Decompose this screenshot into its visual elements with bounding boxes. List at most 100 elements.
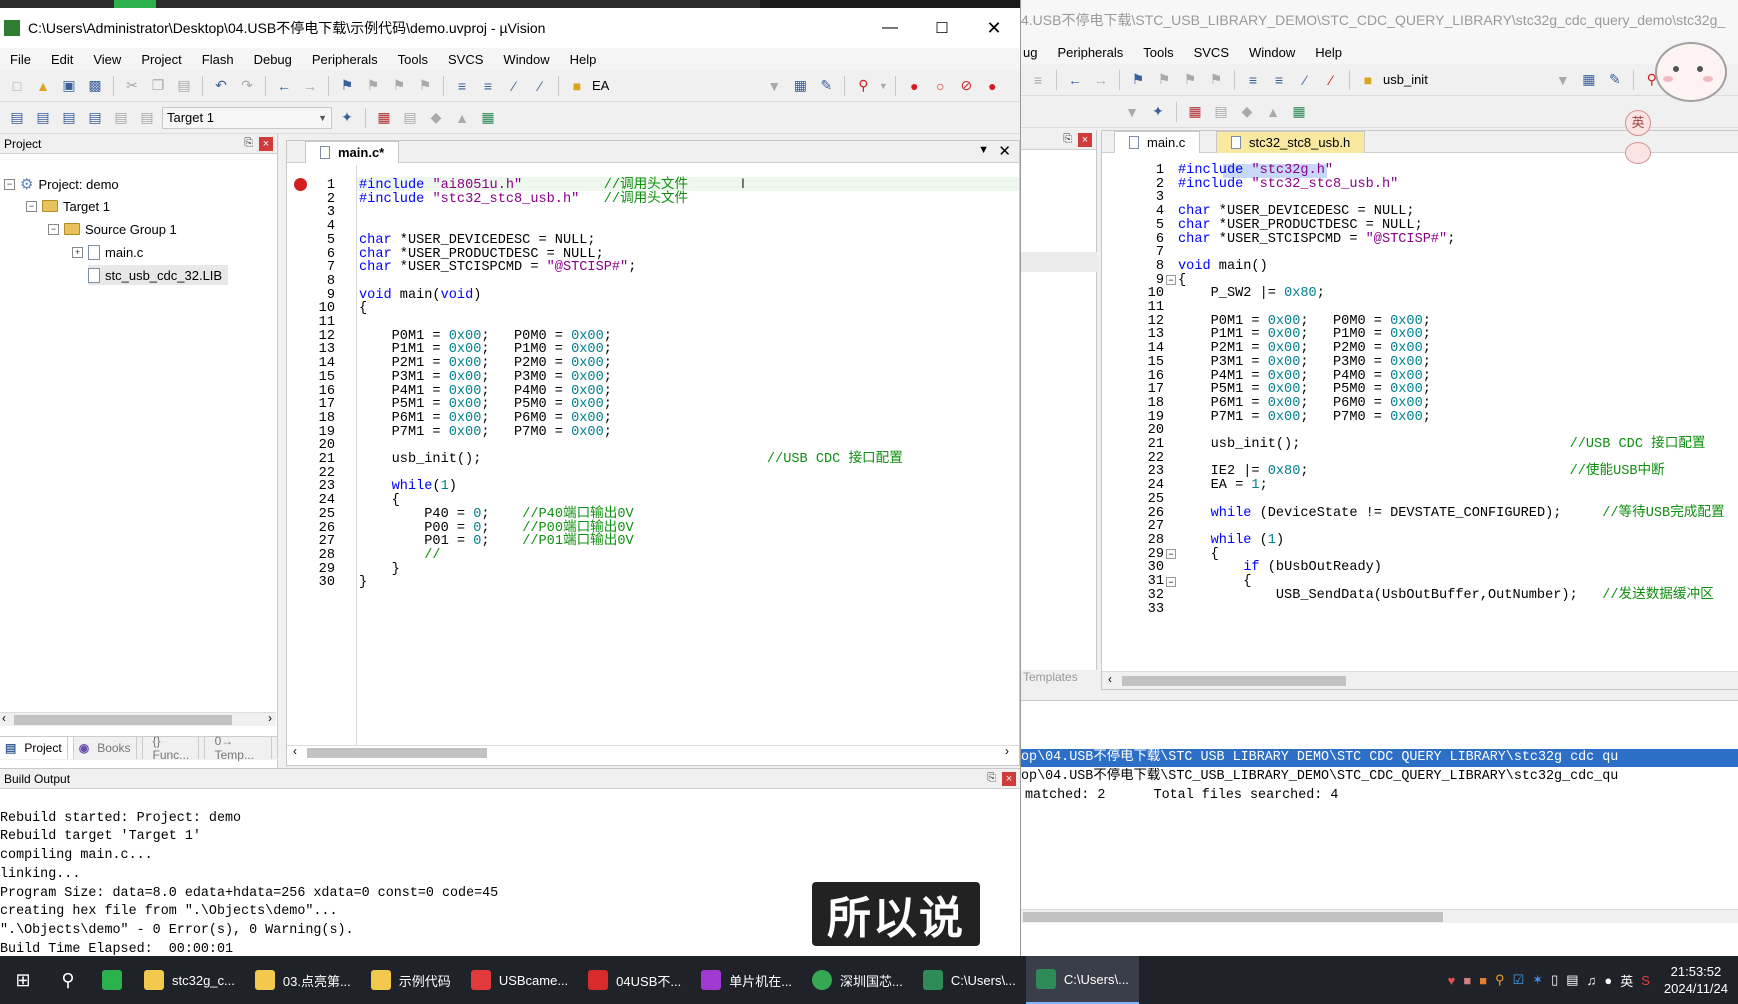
breakpoint-kill-icon[interactable]: ● (981, 75, 1003, 97)
combo-dropdown-icon[interactable]: ▼ (1121, 101, 1143, 123)
menu-peripherals[interactable]: Peripherals (1047, 45, 1133, 60)
tree-file-main-c[interactable]: + main.c (72, 242, 143, 262)
save-all-icon[interactable]: ▩ (84, 75, 106, 97)
scroll-thumb[interactable] (1122, 676, 1346, 686)
scroll-thumb[interactable] (307, 748, 487, 758)
find-in-files-icon[interactable]: ■ (566, 75, 588, 97)
scroll-thumb[interactable] (14, 715, 232, 725)
clear-bookmarks-icon[interactable]: ⚑ (1205, 69, 1227, 91)
copy-icon[interactable]: ❐ (147, 75, 169, 97)
download-icon[interactable]: ▤ (136, 107, 158, 129)
find-hscrollbar[interactable] (1021, 909, 1738, 923)
menu-window[interactable]: Window (1239, 45, 1305, 60)
open-file-icon[interactable]: ▲ (32, 75, 54, 97)
clear-bookmarks-icon[interactable]: ⚑ (414, 75, 436, 97)
tab-header-file[interactable]: stc32_stc8_usb.h (1216, 131, 1366, 153)
taskbar-app-isp[interactable]: 单片机在... (691, 956, 802, 1004)
nav-forward-icon[interactable]: → (1090, 69, 1112, 91)
paste-icon[interactable]: ▤ (173, 75, 195, 97)
tray-app-icon[interactable]: ■ (1479, 973, 1487, 988)
tab-main-c[interactable]: main.c* (305, 141, 400, 163)
pack-installer-icon[interactable]: ◆ (425, 107, 447, 129)
volume-icon[interactable]: ♫ (1587, 973, 1597, 988)
target-options-icon[interactable]: ✦ (336, 107, 358, 129)
close-window-button[interactable]: ✕ (968, 18, 1020, 39)
menu-help[interactable]: Help (560, 52, 607, 67)
start-button[interactable]: ⊞ (0, 956, 46, 1004)
menu-tools[interactable]: Tools (1133, 45, 1183, 60)
next-bookmark-icon[interactable]: ⚑ (1179, 69, 1201, 91)
editor-hscrollbar[interactable]: ‹ › (287, 744, 1019, 759)
tree-source-group[interactable]: − Source Group 1 (48, 219, 177, 239)
tree-project-root[interactable]: − ⚙ Project: demo (4, 174, 119, 194)
taskbar-app-explorer-3[interactable]: 示例代码 (361, 956, 461, 1004)
tab-list-dropdown-icon[interactable]: ▼ (978, 144, 989, 156)
incremental-find-icon[interactable]: ✎ (1604, 69, 1626, 91)
select-packs-icon[interactable]: ▲ (1262, 101, 1284, 123)
expand-icon[interactable]: + (72, 246, 83, 258)
indent-icon[interactable]: ≡ (451, 75, 473, 97)
rebuild-icon[interactable]: ▤ (58, 107, 80, 129)
combo-dropdown-icon[interactable]: ▼ (763, 75, 785, 97)
code-text[interactable]: #include "stc32g.h" #include "stc32_stc8… (1178, 164, 1725, 603)
menu-peripherals[interactable]: Peripherals (302, 52, 388, 67)
fold-collapse-icon[interactable]: − (1166, 549, 1176, 559)
stop-build-icon[interactable]: ▤ (110, 107, 132, 129)
ime-float-icon-2[interactable] (1625, 142, 1651, 164)
cut-icon[interactable]: ✂ (121, 75, 143, 97)
menu-file[interactable]: File (0, 52, 41, 67)
menu-svcs[interactable]: SVCS (438, 52, 493, 67)
tray-app-icon[interactable]: ■ (1463, 973, 1471, 988)
translate-icon[interactable]: ▤ (6, 107, 28, 129)
tab-project[interactable]: ▤ Project (0, 737, 74, 759)
network-icon[interactable]: ▤ (1566, 972, 1578, 988)
bluetooth-icon[interactable]: ✶ (1532, 972, 1543, 988)
collapse-icon[interactable]: − (48, 223, 59, 235)
tab-main-c[interactable]: main.c (1114, 131, 1201, 153)
find-result-line[interactable]: op\04.USB不停电下载\STC_USB_LIBRARY_DEMO\STC_… (1021, 768, 1738, 786)
find-in-files-icon[interactable]: ■ (1357, 69, 1379, 91)
debug-session-icon[interactable]: ⚲ (852, 75, 874, 97)
tray-app-icon[interactable]: ☑ (1513, 972, 1525, 988)
menu-tools[interactable]: Tools (388, 52, 438, 67)
maximize-button[interactable]: ☐ (916, 19, 968, 37)
close-panel-icon[interactable]: × (1002, 771, 1016, 786)
ime-indicator[interactable]: 英 (1620, 971, 1633, 990)
menu-flash[interactable]: Flash (192, 52, 244, 67)
scroll-right-icon[interactable]: › (1005, 744, 1009, 758)
undo-icon[interactable]: ↶ (210, 75, 232, 97)
pack-installer-icon[interactable]: ◆ (1236, 101, 1258, 123)
find-combo-text[interactable]: usb_init (1383, 72, 1428, 87)
close-panel-icon[interactable]: × (1078, 132, 1092, 147)
batch-build-icon[interactable]: ▤ (84, 107, 106, 129)
indent-icon[interactable]: ≡ (1027, 69, 1049, 91)
prev-bookmark-icon[interactable]: ⚑ (1153, 69, 1175, 91)
tray-app-icon[interactable]: ♥ (1448, 973, 1456, 988)
close-panel-icon[interactable]: × (259, 136, 273, 151)
code-text[interactable]: #include "ai8051u.h" //调用头文件 #include "s… (359, 179, 903, 590)
dropdown-arrow-icon[interactable]: ▼ (878, 75, 888, 97)
new-file-icon[interactable]: □ (6, 75, 28, 97)
taskbar-app-camera[interactable]: USBcame... (461, 956, 578, 1004)
collapse-icon[interactable]: − (4, 178, 15, 190)
manage-books-icon[interactable]: ▤ (1210, 101, 1232, 123)
prev-bookmark-icon[interactable]: ⚑ (362, 75, 384, 97)
menu-project[interactable]: Project (131, 52, 191, 67)
manage-project-icon[interactable]: ▦ (1184, 101, 1206, 123)
find-icon[interactable]: ▦ (1578, 69, 1600, 91)
scroll-left-icon[interactable]: ‹ (293, 744, 297, 758)
pin-icon[interactable]: ⎘ (244, 137, 253, 150)
breakpoint-insert-icon[interactable]: ● (903, 75, 925, 97)
fold-collapse-icon[interactable]: − (1166, 577, 1176, 587)
menu-debug[interactable]: Debug (244, 52, 302, 67)
collapse-icon[interactable]: − (26, 200, 37, 212)
taskbar-app-uvision-2[interactable]: C:\Users\... (1025, 956, 1139, 1004)
tree-file-lib[interactable]: stc_usb_cdc_32.LIB (88, 265, 229, 285)
sogou-icon[interactable]: S (1641, 973, 1650, 988)
menu-window[interactable]: Window (493, 52, 559, 67)
target-options-icon[interactable]: ✦ (1147, 101, 1169, 123)
scroll-left-icon[interactable]: ‹ (1108, 672, 1112, 686)
find-combo-text[interactable]: EA (592, 78, 609, 93)
taskbar-app-chrome[interactable]: 深圳国芯... (802, 956, 913, 1004)
taskbar-app-explorer-1[interactable]: stc32g_c... (134, 956, 245, 1004)
